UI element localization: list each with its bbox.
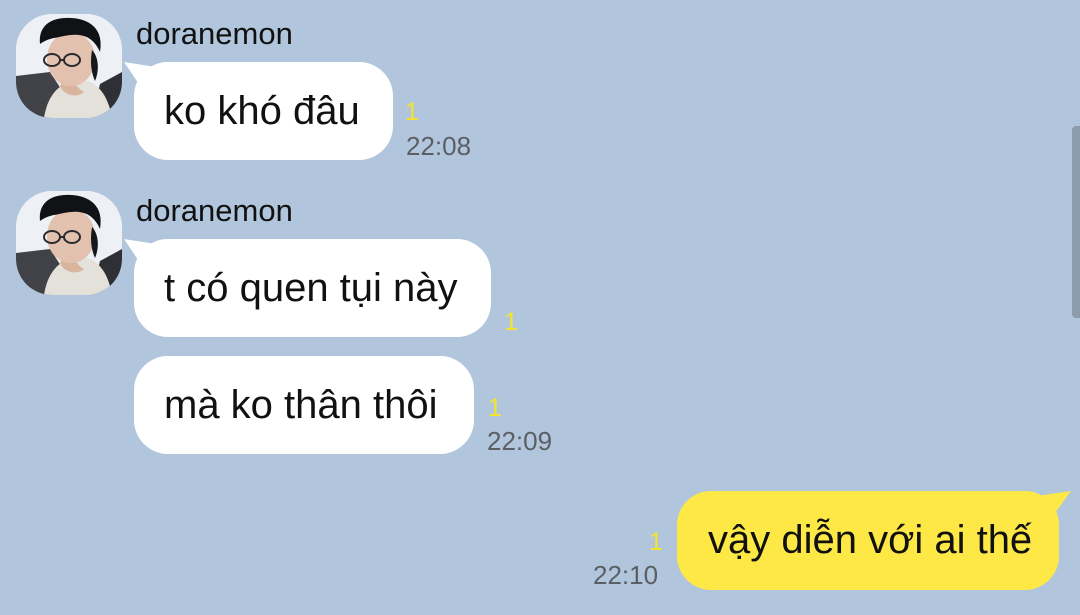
unread-count: 1: [504, 308, 518, 336]
avatar[interactable]: [16, 191, 122, 295]
unread-count: 1: [405, 98, 419, 126]
message-bubble[interactable]: mà ko thân thôi: [134, 356, 474, 454]
message-bubble[interactable]: t có quen tụi này: [134, 239, 491, 337]
scrollbar[interactable]: [1072, 126, 1080, 318]
chat-thread[interactable]: doranemon ko khó đâu 1 22:08 doranemon t…: [0, 0, 1080, 615]
sender-name: doranemon: [136, 193, 293, 228]
profile-photo-icon: [16, 14, 122, 118]
message-time: 22:10: [593, 560, 659, 590]
message-bubble[interactable]: ko khó đâu: [134, 62, 393, 160]
sender-name: doranemon: [136, 16, 293, 51]
message-time: 22:09: [487, 426, 553, 456]
unread-count: 1: [649, 528, 663, 556]
unread-count: 1: [488, 394, 502, 422]
profile-photo-icon: [16, 191, 122, 295]
message-bubble-sent[interactable]: vậy diễn với ai thế: [677, 491, 1059, 590]
avatar[interactable]: [16, 14, 122, 118]
message-time: 22:08: [406, 131, 472, 161]
